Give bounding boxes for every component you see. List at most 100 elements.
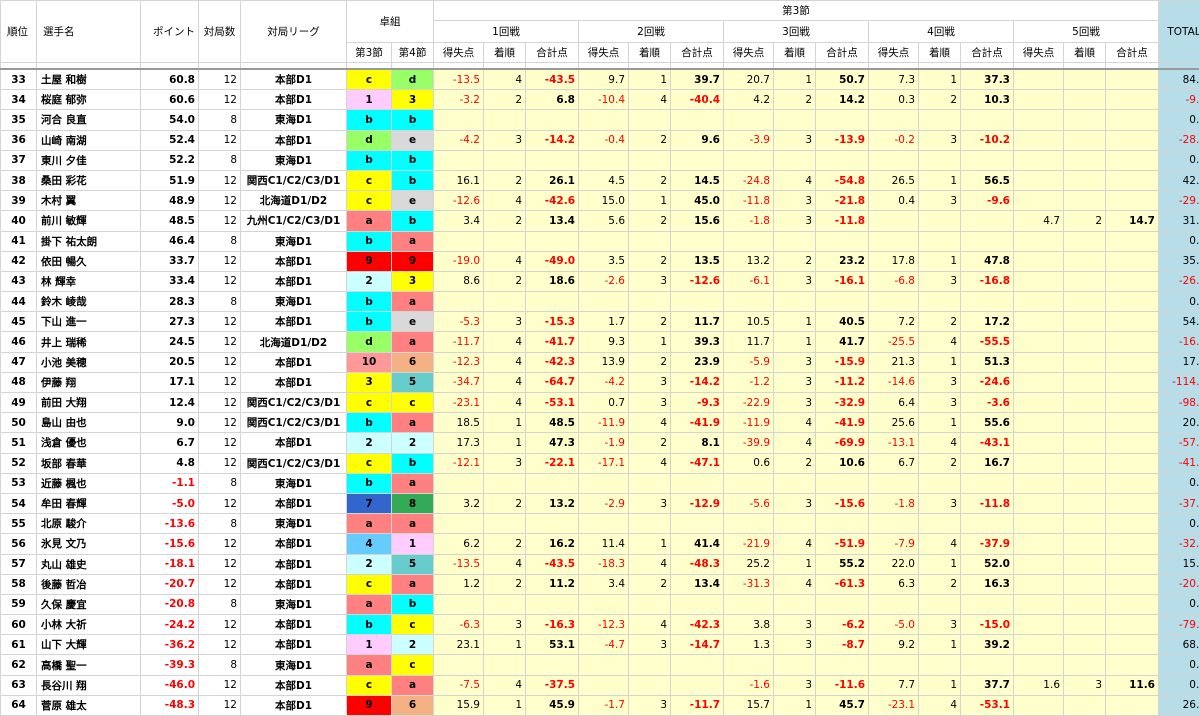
round-2-score [579,292,629,312]
rank-cell: 48 [1,372,37,392]
round-5-order [1064,312,1106,332]
round-1-order [484,292,526,312]
round-1-score: 18.5 [434,413,484,433]
round-3-subtotal: -6.2 [816,615,869,635]
table-group-setsu3: b [347,312,392,332]
round-5-subtotal [1106,393,1159,413]
round-2-subtotal: 8.1 [671,433,724,453]
round-4-subtotal: -11.8 [961,493,1014,513]
player-name: 前田 大翔 [37,393,141,413]
round-4-score: -25.5 [869,332,919,352]
rank-cell: 64 [1,695,37,715]
round-4-order [919,514,961,534]
round-2-header: 2回戦 [579,21,724,43]
round-5-score [1014,534,1064,554]
round-5-subtotal [1106,473,1159,493]
games-cell: 8 [199,110,241,130]
table-group-setsu4: b [392,211,434,231]
round-1-score: -13.5 [434,554,484,574]
player-name: 桑田 彩花 [37,170,141,190]
round-3-order [774,292,816,312]
round-1-score [434,150,484,170]
round-2-score: 3.5 [579,251,629,271]
round-5-score [1014,110,1064,130]
round-1-subtotal: 11.2 [526,574,579,594]
round-5-subtotal [1106,554,1159,574]
player-name: 井上 瑞稀 [37,332,141,352]
round-4-score: 17.8 [869,251,919,271]
round-4-subtotal: 16.7 [961,453,1014,473]
total-cell: 0.0 [1159,655,1199,675]
points-cell: 48.5 [141,211,199,231]
table-group-setsu3: b [347,110,392,130]
league-cell: 本部D1 [241,69,347,90]
total-cell: 20.3 [1159,413,1199,433]
rank-cell: 55 [1,514,37,534]
round-4-score: -7.9 [869,534,919,554]
table-row: 33土屋 和樹60.812本部D1cd-13.54-43.59.7139.720… [1,69,1199,90]
table-group-setsu3: 10 [347,352,392,372]
rank-cell: 42 [1,251,37,271]
points-cell: 54.0 [141,110,199,130]
total-cell: 0.0 [1159,231,1199,251]
total-cell: -114.7 [1159,372,1199,392]
round-2-subtotal [671,150,724,170]
round-5-score: 1.6 [1014,675,1064,695]
round-3-subtotal [816,150,869,170]
round-2-score: 15.0 [579,191,629,211]
league-cell: 本部D1 [241,312,347,332]
league-cell: 本部D1 [241,130,347,150]
rank-cell: 45 [1,312,37,332]
round-3-order: 3 [774,675,816,695]
round-3-order: 3 [774,393,816,413]
round-5-subtotal [1106,514,1159,534]
points-cell: 12.4 [141,393,199,413]
round-3-subtotal [816,292,869,312]
round-3-score [724,292,774,312]
round-4-score: 7.7 [869,675,919,695]
round-1-subtotal: 45.9 [526,695,579,715]
round-1-order: 2 [484,271,526,291]
round-2-subtotal: 23.9 [671,352,724,372]
total-cell: -29.0 [1159,191,1199,211]
round-4-subtotal: 47.8 [961,251,1014,271]
round-1-subtotal: -43.5 [526,69,579,90]
round-5-score [1014,433,1064,453]
table-row: 34桜庭 郁弥60.612本部D113-3.226.8-10.44-40.44.… [1,90,1199,110]
player-name: 牟田 春輝 [37,493,141,513]
round-5-score [1014,231,1064,251]
league-cell: 関西C1/C2/C3/D1 [241,453,347,473]
round-5-score [1014,655,1064,675]
table-group-setsu3: 9 [347,251,392,271]
round-4-score [869,292,919,312]
points-cell: 4.8 [141,453,199,473]
round-4-order [919,211,961,231]
games-cell: 8 [199,594,241,614]
round-5-subtotal [1106,292,1159,312]
total-cell: 54.1 [1159,312,1199,332]
round-3-score: -11.9 [724,413,774,433]
round-3-order: 1 [774,312,816,332]
points-cell: -15.6 [141,534,199,554]
round-2-subtotal: -9.3 [671,393,724,413]
table-body: 33土屋 和樹60.812本部D1cd-13.54-43.59.7139.720… [1,69,1199,716]
league-cell: 本部D1 [241,635,347,655]
round-1-subtotal: 6.8 [526,90,579,110]
league-cell: 東海D1 [241,514,347,534]
table-group-setsu4: 6 [392,352,434,372]
round-1-score [434,473,484,493]
round-2-subtotal: 41.4 [671,534,724,554]
total-cell: 84.2 [1159,69,1199,90]
league-cell: 本部D1 [241,615,347,635]
round-4-order [919,292,961,312]
table-group-setsu4: c [392,615,434,635]
round-5-order [1064,191,1106,211]
table-row: 40前川 敏輝48.512九州C1/C2/C3/D1ab3.4213.45.62… [1,211,1199,231]
round-1-subtotal: 13.2 [526,493,579,513]
games-cell: 12 [199,170,241,190]
rank-cell: 35 [1,110,37,130]
table-group-setsu4: 1 [392,534,434,554]
round-2-score [579,675,629,695]
round-4-subtotal: 52.0 [961,554,1014,574]
round-4-order: 3 [919,493,961,513]
